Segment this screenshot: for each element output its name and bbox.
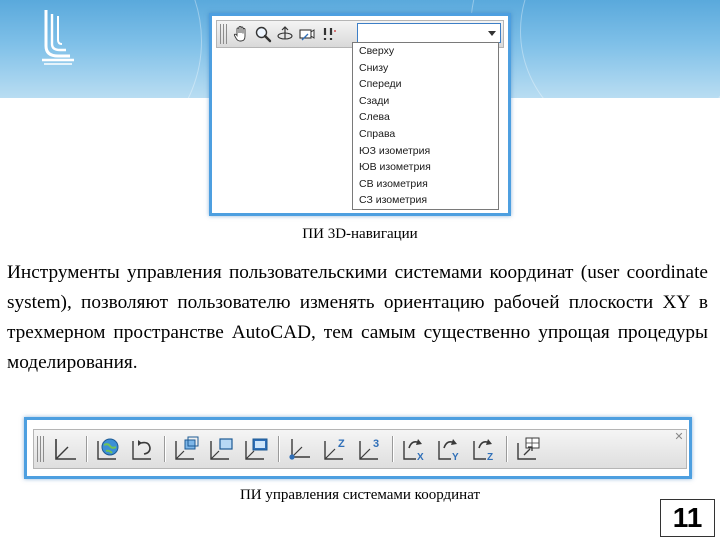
- ucs-rotate-z-icon[interactable]: Z: [468, 434, 500, 464]
- presentation-logo: [36, 6, 80, 66]
- ucs-object-icon[interactable]: [205, 434, 237, 464]
- view-dropdown-list: Сверху Снизу Спереди Сзади Слева Справа …: [352, 42, 499, 210]
- chevron-down-icon[interactable]: [488, 31, 496, 36]
- toolbar-separator: [506, 436, 507, 462]
- ucs-toolbar: Z 3 X Y Z ✕: [33, 429, 687, 469]
- axis-letter-z: Z: [338, 438, 345, 450]
- ucs-previous-icon[interactable]: [127, 434, 159, 464]
- page-number: 11: [660, 499, 715, 537]
- pan-hand-icon[interactable]: [231, 23, 251, 45]
- ucs-apply-icon[interactable]: [512, 434, 544, 464]
- toolbar-grip[interactable]: [37, 436, 45, 462]
- ucs-world-icon[interactable]: [92, 434, 124, 464]
- view-option[interactable]: ЮВ изометрия: [353, 159, 498, 176]
- ucs-3point-icon[interactable]: 3: [354, 434, 386, 464]
- view-option[interactable]: Слева: [353, 109, 498, 126]
- view-option[interactable]: Сзади: [353, 93, 498, 110]
- view-option[interactable]: Спереди: [353, 76, 498, 93]
- navigation-toolbar-figure: Сверху Снизу Спереди Сзади Слева Справа …: [209, 13, 511, 216]
- orbit-icon[interactable]: [275, 23, 295, 45]
- toolbar-separator: [392, 436, 393, 462]
- view-option[interactable]: Сверху: [353, 43, 498, 60]
- axis-letter-x: X: [417, 452, 424, 463]
- axis-letter-3: 3: [373, 438, 379, 450]
- ucs-face-icon[interactable]: [170, 434, 202, 464]
- toolbar-separator: [164, 436, 165, 462]
- zoom-icon[interactable]: [253, 23, 273, 45]
- close-icon[interactable]: ✕: [674, 431, 684, 442]
- ucs-rotate-x-icon[interactable]: X: [398, 434, 430, 464]
- ucs-rotate-y-icon[interactable]: Y: [433, 434, 465, 464]
- axis-letter-y: Y: [452, 452, 459, 463]
- ucs-toolbar-figure: Z 3 X Y Z ✕: [24, 417, 692, 479]
- ucs-icon[interactable]: [50, 434, 82, 464]
- toolbar-grip[interactable]: [220, 24, 228, 44]
- navigation-figure-caption: ПИ 3D-навигации: [302, 226, 418, 242]
- walk-icon[interactable]: [319, 23, 339, 45]
- toolbar-separator: [86, 436, 87, 462]
- view-option[interactable]: Снизу: [353, 60, 498, 77]
- ucs-figure-caption: ПИ управления системами координат: [239, 487, 481, 503]
- view-option[interactable]: ЮЗ изометрия: [353, 143, 498, 160]
- ucs-origin-icon[interactable]: [284, 434, 316, 464]
- view-option[interactable]: Справа: [353, 126, 498, 143]
- axis-letter-z: Z: [487, 452, 493, 463]
- toolbar-separator: [278, 436, 279, 462]
- view-select[interactable]: [357, 23, 501, 43]
- ucs-view-icon[interactable]: [240, 434, 272, 464]
- body-paragraph: Инструменты управления пользовательскими…: [7, 262, 708, 373]
- ucs-z-axis-icon[interactable]: Z: [319, 434, 351, 464]
- view-option[interactable]: СЗ изометрия: [353, 192, 498, 209]
- camera-icon[interactable]: [297, 23, 317, 45]
- view-option[interactable]: СВ изометрия: [353, 176, 498, 193]
